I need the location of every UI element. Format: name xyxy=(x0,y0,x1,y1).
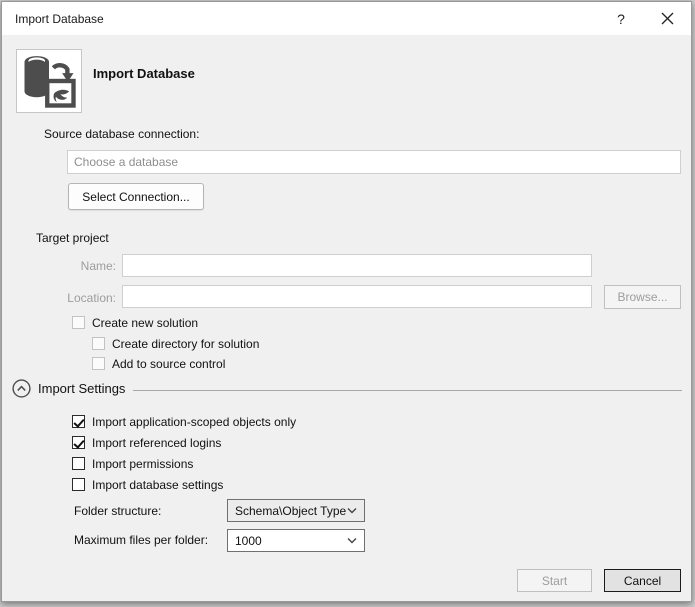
checkbox-import-referenced-logins[interactable]: Import referenced logins xyxy=(72,435,221,450)
select-connection-button[interactable]: Select Connection... xyxy=(68,183,204,210)
chevron-down-icon xyxy=(347,538,357,544)
checkbox-label: Add to source control xyxy=(112,356,226,371)
start-button[interactable]: Start xyxy=(517,569,592,592)
browse-button[interactable]: Browse... xyxy=(604,285,681,309)
checkbox-label: Create new solution xyxy=(92,315,199,330)
screen: { "window": { "title": "Import Database"… xyxy=(0,0,695,607)
section-divider xyxy=(133,390,682,391)
checkbox-create-directory-for-solution[interactable]: Create directory for solution xyxy=(92,336,259,351)
checkbox-label: Import permissions xyxy=(92,456,194,471)
checkbox-box xyxy=(72,478,85,491)
chevron-up-circle-icon xyxy=(12,379,31,398)
import-database-dialog: Import Database ? Import Database Source… xyxy=(1,1,692,602)
folder-structure-label: Folder structure: xyxy=(74,504,162,518)
checkbox-label: Create directory for solution xyxy=(112,336,260,351)
target-project-label: Target project xyxy=(36,231,109,245)
source-database-input[interactable] xyxy=(67,150,681,174)
close-icon xyxy=(661,12,673,25)
help-icon: ? xyxy=(617,10,625,27)
chevron-down-icon xyxy=(347,508,357,514)
title-bar: Import Database ? xyxy=(2,2,691,35)
location-label: Location: xyxy=(67,291,116,305)
dropdown-value: Schema\Object Type xyxy=(235,503,347,518)
checkbox-box xyxy=(92,337,105,350)
project-name-input[interactable] xyxy=(122,254,592,277)
combobox-value: 1000 xyxy=(235,533,262,548)
checkbox-box xyxy=(72,316,85,329)
name-label: Name: xyxy=(80,259,116,273)
checkbox-create-new-solution[interactable]: Create new solution xyxy=(72,315,198,330)
checkbox-label: Import referenced logins xyxy=(92,435,222,450)
checkbox-import-database-settings[interactable]: Import database settings xyxy=(72,477,223,492)
import-database-icon xyxy=(24,56,76,108)
project-location-input[interactable] xyxy=(122,285,592,308)
source-connection-label: Source database connection: xyxy=(44,127,200,141)
page-title: Import Database xyxy=(93,66,195,81)
import-settings-label: Import Settings xyxy=(38,381,126,396)
dialog-icon-box xyxy=(16,49,82,113)
window-title: Import Database xyxy=(15,12,104,26)
checkbox-add-to-source-control[interactable]: Add to source control xyxy=(92,356,225,371)
close-button[interactable] xyxy=(650,2,684,35)
checkbox-box xyxy=(72,436,85,449)
cancel-button[interactable]: Cancel xyxy=(604,569,681,592)
folder-structure-dropdown[interactable]: Schema\Object Type xyxy=(227,499,365,522)
max-files-combobox[interactable]: 1000 xyxy=(227,529,365,552)
help-button[interactable]: ? xyxy=(604,2,638,35)
checkbox-box xyxy=(72,457,85,470)
checkbox-import-permissions[interactable]: Import permissions xyxy=(72,456,193,471)
checkbox-label: Import database settings xyxy=(92,477,224,492)
checkbox-box xyxy=(72,415,85,428)
checkbox-label: Import application-scoped objects only xyxy=(92,414,297,429)
checkbox-box xyxy=(92,357,105,370)
max-files-label: Maximum files per folder: xyxy=(74,533,209,547)
import-settings-expander[interactable]: Import Settings xyxy=(12,379,125,398)
checkbox-import-application-scoped-objects-only[interactable]: Import application-scoped objects only xyxy=(72,414,296,429)
